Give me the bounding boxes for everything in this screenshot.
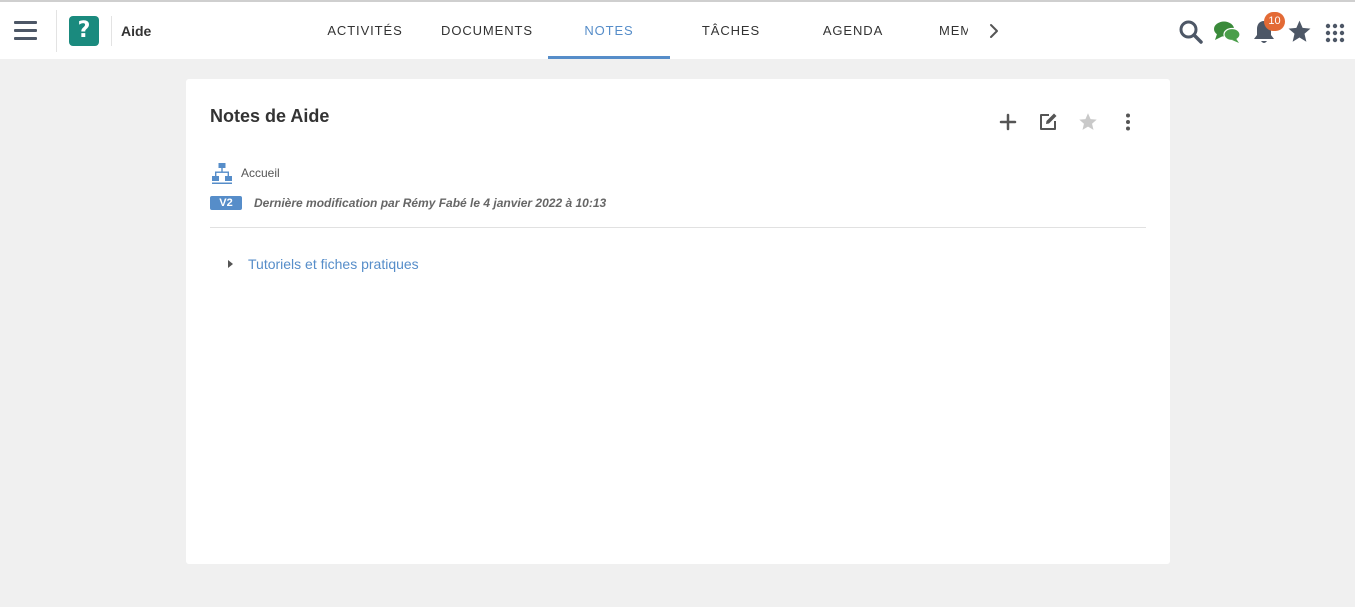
notification-badge: 10 — [1264, 12, 1285, 31]
tab-membres[interactable]: MEMBRES — [914, 2, 968, 59]
caret-right-icon[interactable] — [228, 260, 233, 268]
edit-icon[interactable] — [1037, 111, 1059, 133]
space-name[interactable]: Aide — [121, 23, 151, 39]
tree-item-label[interactable]: Tutoriels et fiches pratiques — [248, 256, 419, 272]
apps-grid-icon[interactable] — [1325, 23, 1345, 43]
menu-icon[interactable] — [14, 21, 37, 41]
star-icon[interactable] — [1287, 19, 1312, 44]
page-title: Notes de Aide — [210, 106, 330, 126]
chat-icon[interactable] — [1213, 19, 1241, 45]
divider — [210, 227, 1146, 228]
chevron-right-icon[interactable] — [984, 21, 1004, 41]
space-logo[interactable]: ? — [69, 16, 99, 46]
notes-card: Notes de Aide Accueil V2 Dernière modifi… — [186, 79, 1170, 564]
tab-documents[interactable]: DOCUMENTS — [426, 2, 548, 59]
tab-agenda[interactable]: AGENDA — [792, 2, 914, 59]
space-tabs: ACTIVITÉS DOCUMENTS NOTES TÂCHES AGENDA … — [304, 2, 968, 59]
question-mark-icon: ? — [77, 18, 91, 43]
favorite-star-icon[interactable] — [1077, 111, 1099, 133]
sitemap-icon — [212, 163, 232, 184]
breadcrumb[interactable]: Accueil — [241, 166, 280, 180]
divider — [111, 16, 112, 46]
add-icon[interactable] — [997, 111, 1019, 133]
tab-taches[interactable]: TÂCHES — [670, 2, 792, 59]
tab-activites[interactable]: ACTIVITÉS — [304, 2, 426, 59]
tab-notes[interactable]: NOTES — [548, 2, 670, 59]
top-bar: ? Aide ACTIVITÉS DOCUMENTS NOTES TÂCHES … — [0, 2, 1355, 59]
more-vertical-icon[interactable] — [1117, 111, 1139, 133]
last-modified-info: Dernière modification par Rémy Fabé le 4… — [254, 196, 607, 210]
search-icon[interactable] — [1178, 19, 1204, 45]
version-badge[interactable]: V2 — [210, 196, 242, 210]
divider — [56, 10, 57, 52]
